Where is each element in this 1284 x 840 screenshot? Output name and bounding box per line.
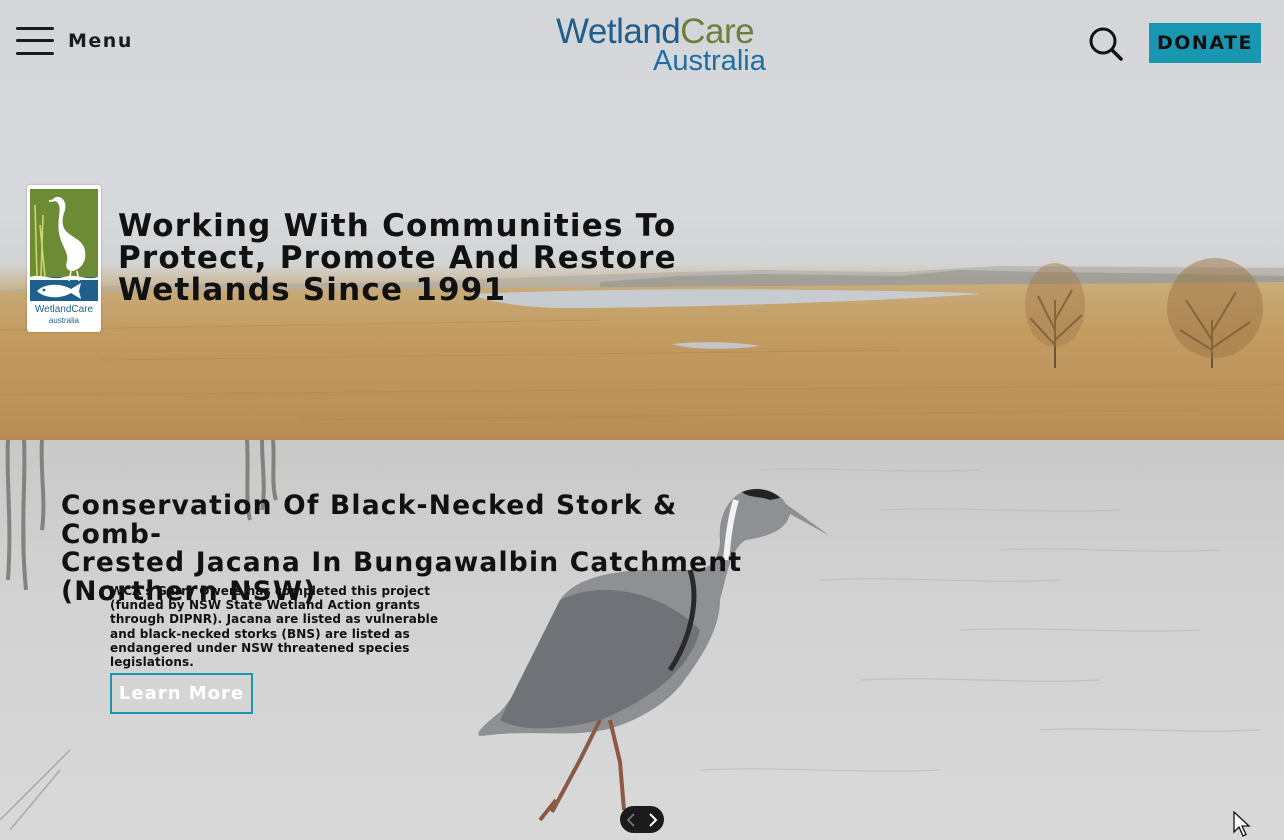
hamburger-icon[interactable] xyxy=(16,24,54,58)
site-logo[interactable]: WetlandCare Australia xyxy=(556,12,776,77)
description-line: through DIPNR). Jacana are listed as vul… xyxy=(110,612,439,627)
mouse-pointer-icon xyxy=(1233,810,1251,837)
description-line: legislations. xyxy=(110,655,194,670)
badge-wetlandcare-text: WetlandCare xyxy=(34,304,94,315)
slide-description: WCA's Garry Owers has completed this pro… xyxy=(110,584,450,669)
hero-headline-line: Wetlands Since 1991 xyxy=(118,272,507,308)
learn-more-button[interactable]: Learn More xyxy=(110,673,253,714)
wetlandcare-badge-logo: WetlandCare australia xyxy=(27,185,101,332)
menu-label[interactable]: Menu xyxy=(68,30,133,52)
description-line: (funded by NSW State Wetland Action gran… xyxy=(110,598,421,613)
chevron-left-icon[interactable] xyxy=(623,810,639,830)
hero-headline-line: Working With Communities To xyxy=(118,208,677,244)
hero-banner: Menu WetlandCare Australia DONATE Wetlan… xyxy=(0,0,1284,440)
badge-australia-text: australia xyxy=(48,316,80,325)
hero-headline-line: Protect, Promote And Restore xyxy=(118,240,677,276)
chevron-right-icon[interactable] xyxy=(645,810,661,830)
slide-title-line: Conservation Of Black-Necked Stork & Com… xyxy=(61,490,678,550)
featured-project-slide: Conservation Of Black-Necked Stork & Com… xyxy=(0,440,1284,840)
slide-title-line: Crested Jacana In Bungawalbin Catchment xyxy=(61,547,743,578)
site-header: Menu WetlandCare Australia DONATE xyxy=(0,0,1284,84)
description-line: and black-necked storks (BNS) are listed… xyxy=(110,626,410,641)
donate-button[interactable]: DONATE xyxy=(1149,23,1261,63)
slider-navigation xyxy=(620,806,664,833)
description-line: endangered under NSW threatened species xyxy=(110,640,410,655)
description-line: WCA's Garry Owers has completed this pro… xyxy=(110,584,431,598)
logo-australia-text: Australia xyxy=(653,45,766,77)
search-icon[interactable] xyxy=(1088,26,1124,62)
menu-button[interactable]: Menu xyxy=(16,24,133,58)
hero-headline: Working With Communities To Protect, Pro… xyxy=(118,210,678,306)
